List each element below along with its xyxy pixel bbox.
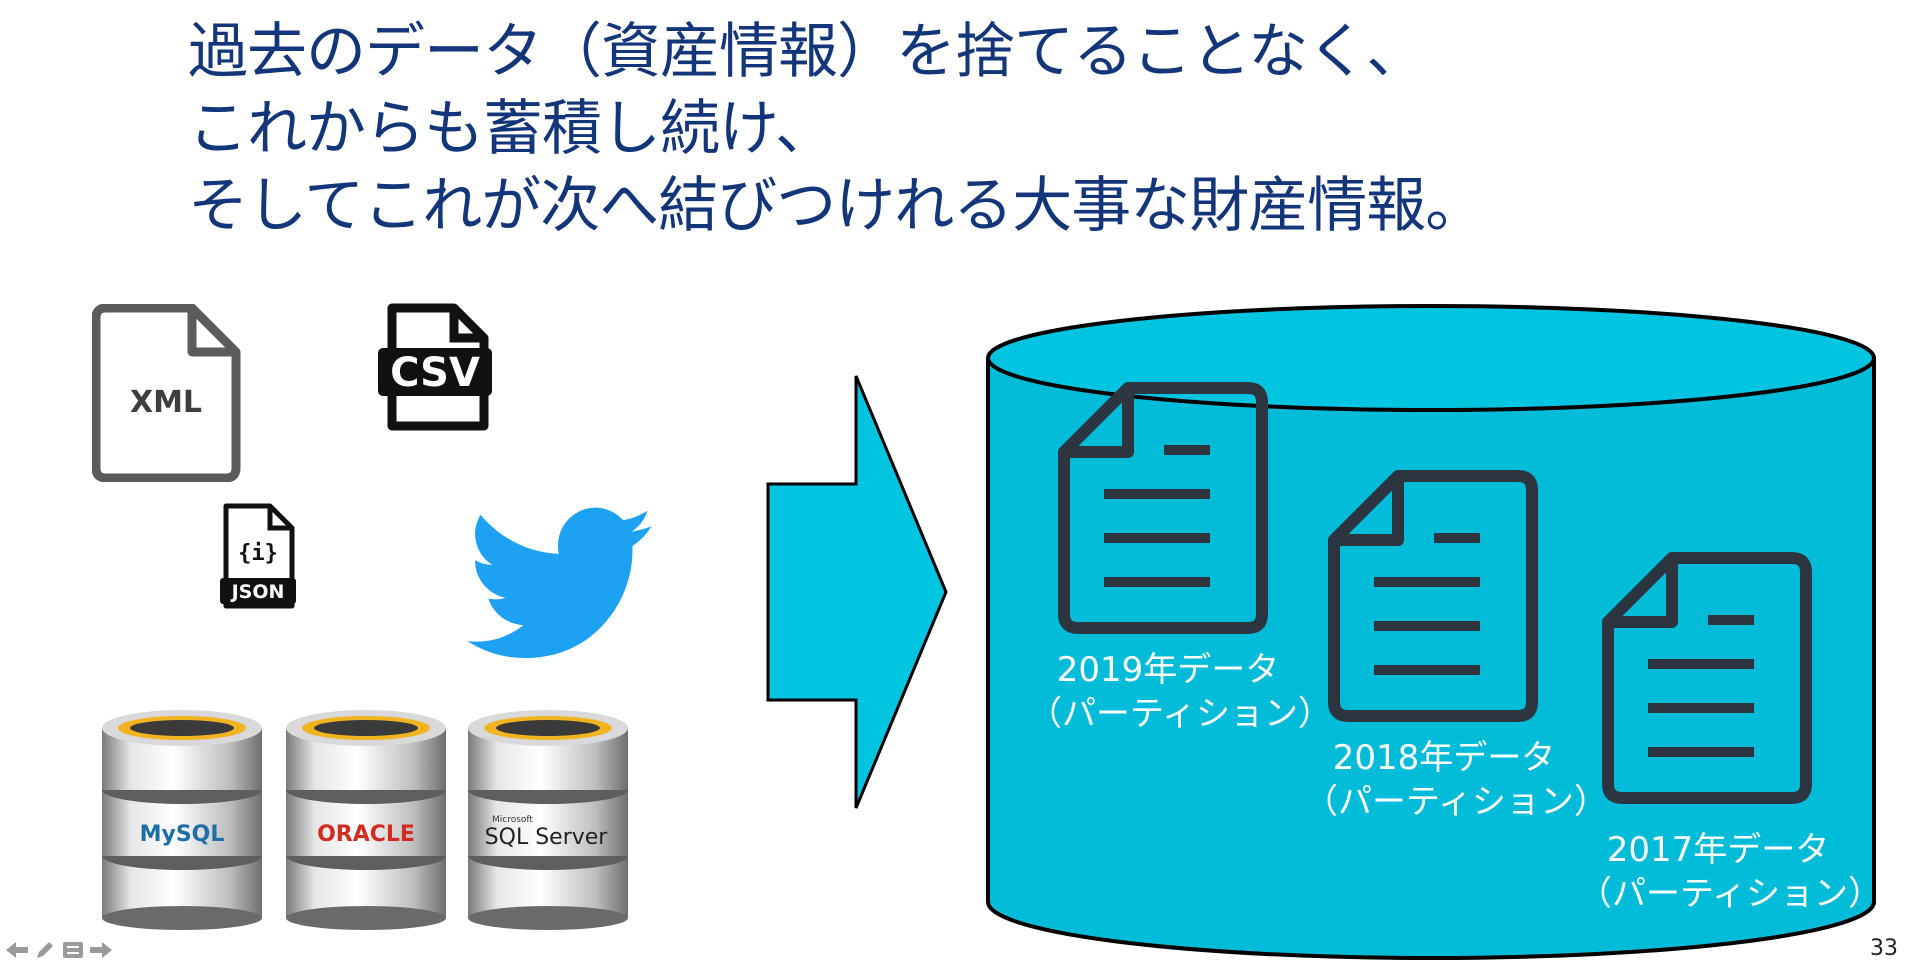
twitter-bird-icon [468,507,653,659]
partition-label-2019: 2019年データ （パーティション） [1028,648,1332,736]
partition-label-2017: 2017年データ （パーティション） [1578,828,1882,916]
title-line-3: そしてこれが次へ結びつけれる大事な財産情報。 [188,171,1485,241]
sqlserver-brand: Microsoft [492,815,533,825]
partition-label-2018: 2018年データ （パーティション） [1304,736,1608,824]
partition-sub-2019: （パーティション） [1028,694,1332,734]
menu-icon[interactable] [62,939,84,961]
partition-year-2017: 2017年データ [1606,830,1830,870]
csv-label: CSV [390,350,480,396]
sqlserver-label: SQL Server [485,825,609,850]
prev-slide-icon[interactable] [6,939,28,961]
document-icon-2017 [1602,552,1812,804]
title-line-2: これからも蓄積し続け、 [188,94,835,164]
json-file-icon: {i} JSON [220,503,296,609]
oracle-label: ORACLE [317,822,415,847]
partition-sub-2018: （パーティション） [1304,782,1608,822]
next-slide-icon[interactable] [90,939,112,961]
pen-icon[interactable] [34,939,56,961]
oracle-database-icon: ORACLE [286,710,446,930]
partition-year-2019: 2019年データ [1056,650,1280,690]
partition-year-2018: 2018年データ [1332,738,1556,778]
slide-title: 過去のデータ（資産情報）を捨てることなく、 これからも蓄積し続け、 そしてこれが… [188,14,1485,245]
partition-sub-2017: （パーティション） [1578,874,1882,914]
json-symbol: {i} [238,541,278,566]
document-icon-2019 [1058,382,1268,634]
title-line-1: 過去のデータ（資産情報）を捨てることなく、 [188,17,1426,87]
csv-file-icon: CSV [378,303,492,431]
page-number: 33 [1870,936,1898,961]
document-icon-2018 [1328,470,1538,722]
mysql-database-icon: MySQL [102,710,262,930]
flow-arrow [766,375,948,809]
xml-label: XML [130,385,202,420]
sqlserver-database-icon: Microsoft SQL Server [468,710,628,930]
json-label: JSON [230,581,285,603]
mysql-label: MySQL [140,822,225,847]
xml-file-icon: XML [92,304,241,482]
slide-nav-controls [6,939,112,961]
